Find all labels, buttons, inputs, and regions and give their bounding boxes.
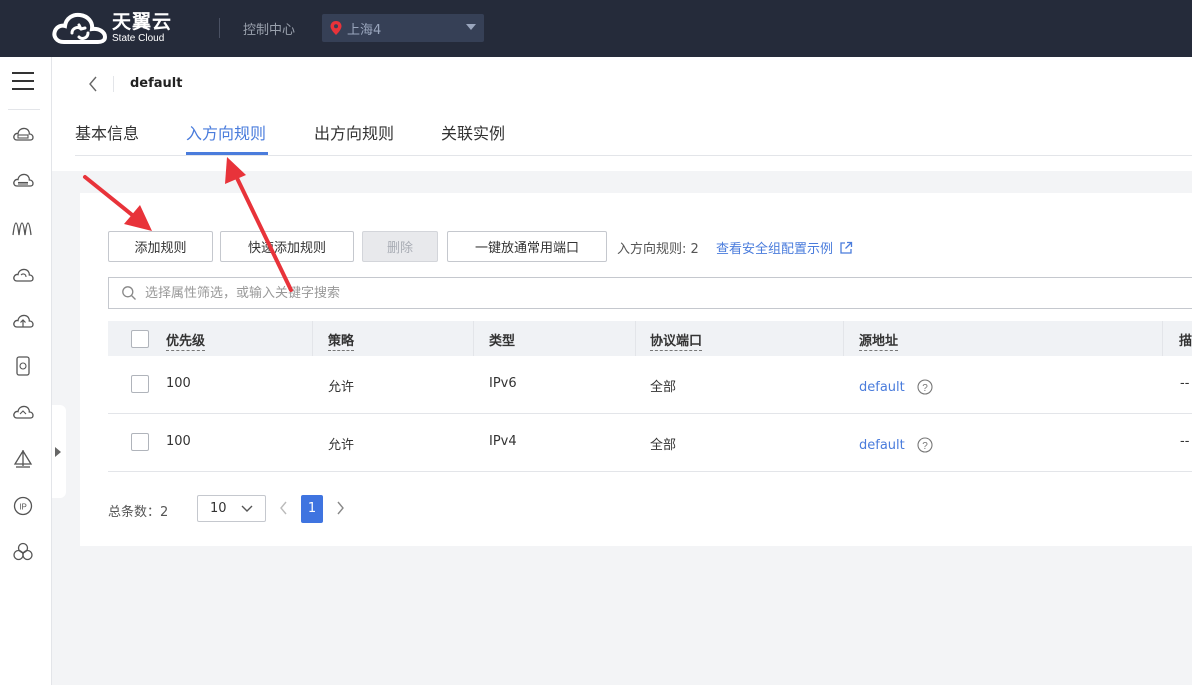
next-page-icon[interactable] (335, 501, 345, 515)
open-common-ports-button[interactable]: 一键放通常用端口 (447, 231, 607, 262)
cell-policy: 允许 (328, 380, 355, 395)
tab-outbound-rules[interactable]: 出方向规则 (314, 120, 394, 156)
cluster-icon[interactable] (12, 541, 34, 563)
console-link[interactable]: 控制中心 (243, 19, 295, 38)
region-selector[interactable]: 上海4 (322, 14, 484, 42)
pagination-total: 总条数：2 (108, 505, 169, 520)
brand-name-en: State Cloud (112, 32, 165, 44)
chevron-right-icon (55, 447, 61, 457)
storage-device-icon[interactable] (12, 355, 34, 377)
page-title: default (130, 76, 183, 91)
column-description: 描 (1179, 334, 1192, 349)
sail-icon[interactable] (12, 448, 34, 470)
example-link-label: 查看安全组配置示例 (716, 242, 834, 257)
svg-text:IP: IP (19, 503, 27, 512)
region-label: 上海4 (347, 22, 382, 38)
network-wave-icon[interactable] (12, 217, 34, 239)
top-navigation-bar: 天翼云 State Cloud 控制中心 上海4 (0, 0, 1192, 57)
cloud-upload-icon[interactable] (12, 310, 34, 332)
column-divider (1162, 321, 1163, 356)
column-protocol-port[interactable]: 协议端口 (650, 330, 703, 351)
tab-basic-info[interactable]: 基本信息 (75, 120, 139, 156)
back-arrow-icon[interactable] (88, 76, 98, 92)
rule-count: 入方向规则: 2 (617, 242, 699, 257)
cloud-logo-icon (52, 12, 108, 44)
previous-page-icon[interactable] (279, 501, 289, 515)
tab-associated-instances[interactable]: 关联实例 (441, 120, 505, 156)
location-pin-icon (330, 21, 342, 35)
external-link-icon (840, 241, 853, 254)
brand-logo[interactable]: 天翼云 State Cloud (52, 11, 172, 45)
chevron-down-icon (241, 505, 253, 512)
tab-inbound-rules[interactable]: 入方向规则 (186, 120, 266, 156)
page-size-value: 10 (210, 501, 227, 516)
brand-name-cn: 天翼云 (112, 10, 173, 33)
row-checkbox[interactable] (131, 433, 149, 451)
cell-protocol-port: 全部 (650, 438, 677, 453)
table-row: 100 允许 IPv4 全部 default ? -- (108, 415, 1192, 472)
add-rule-button[interactable]: 添加规则 (108, 231, 213, 262)
column-divider (312, 321, 313, 356)
column-type: 类型 (489, 334, 516, 349)
svg-text:?: ? (922, 383, 928, 394)
rail-divider (8, 109, 40, 110)
help-icon[interactable]: ? (917, 379, 933, 395)
title-divider (113, 76, 114, 92)
cell-description: -- (1180, 376, 1190, 391)
table-header: 优先级 策略 类型 协议端口 源地址 描 (108, 321, 1192, 356)
column-divider (635, 321, 636, 356)
help-icon[interactable]: ? (917, 437, 933, 453)
cloud-server-icon[interactable] (12, 124, 34, 146)
cell-policy: 允许 (328, 438, 355, 453)
cloud-backup-icon[interactable] (12, 264, 34, 286)
chevron-down-icon (466, 24, 476, 30)
column-priority[interactable]: 优先级 (166, 330, 206, 351)
cell-description: -- (1180, 434, 1190, 449)
cell-priority: 100 (166, 434, 191, 449)
search-input[interactable] (145, 278, 1145, 308)
cell-protocol-port: 全部 (650, 380, 677, 395)
search-icon (122, 286, 136, 300)
search-bar (108, 277, 1192, 309)
elastic-ip-icon[interactable]: IP (12, 495, 34, 517)
cell-source-link[interactable]: default (859, 438, 905, 453)
quick-add-rule-button[interactable]: 快速添加规则 (220, 231, 354, 262)
tabs-divider (75, 155, 1192, 156)
menu-icon[interactable] (12, 72, 34, 92)
cell-source-link[interactable]: default (859, 380, 905, 395)
cell-priority: 100 (166, 376, 191, 391)
rail-expand-toggle[interactable] (52, 405, 66, 498)
svg-text:?: ? (922, 441, 928, 452)
column-divider (843, 321, 844, 356)
page-number-current[interactable]: 1 (301, 495, 323, 523)
column-divider (473, 321, 474, 356)
cell-type: IPv6 (489, 376, 517, 391)
left-service-rail: IP (0, 57, 52, 685)
cell-type: IPv4 (489, 434, 517, 449)
column-source[interactable]: 源地址 (859, 330, 899, 351)
table-row: 100 允许 IPv6 全部 default ? -- (108, 357, 1192, 414)
select-all-checkbox[interactable] (131, 330, 149, 348)
row-checkbox[interactable] (131, 375, 149, 393)
cloud-disk-icon[interactable] (12, 170, 34, 192)
cloud-sync-icon[interactable] (12, 402, 34, 424)
page-size-select[interactable]: 10 (197, 495, 266, 522)
security-group-example-link[interactable]: 查看安全组配置示例 (716, 238, 853, 257)
delete-button[interactable]: 删除 (362, 231, 438, 262)
column-policy[interactable]: 策略 (328, 330, 355, 351)
topbar-divider (219, 18, 220, 38)
